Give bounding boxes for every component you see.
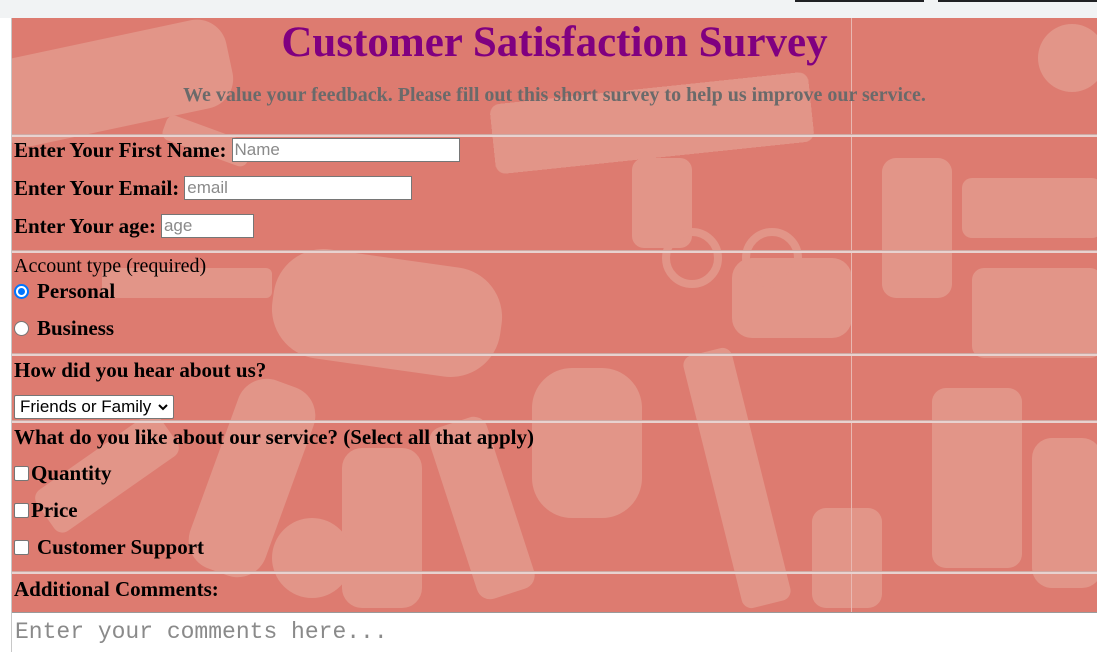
account-option-personal[interactable]: Personal [14,277,115,305]
like-option-price[interactable]: Price [14,496,78,524]
customer-support-checkbox[interactable] [14,539,29,555]
page-gutter [0,18,12,652]
price-checkbox-label: Price [31,497,78,522]
comments-row: Additional Comments: [14,574,219,604]
section-divider [12,250,1097,253]
browser-tab-indicator[interactable] [938,0,1097,2]
referral-select[interactable]: Friends or Family [14,395,175,419]
comments-placeholder: Enter your comments here... [15,619,388,645]
email-label: Enter Your Email: [14,175,180,200]
account-type-legend: Account type (required) [14,255,207,277]
email-input[interactable] [184,176,413,200]
personal-radio[interactable] [14,283,29,299]
comments-textarea[interactable]: Enter your comments here... [12,612,1097,652]
quantity-checkbox[interactable] [14,465,29,481]
browser-tab-strip [0,0,1097,18]
price-checkbox[interactable] [14,502,29,518]
referral-select-value: Friends or Family [20,397,152,416]
comments-label: Additional Comments: [14,576,219,601]
account-option-business[interactable]: Business [14,314,114,342]
first-name-input[interactable] [231,138,460,162]
survey-page: Customer Satisfaction Survey We value yo… [12,18,1097,652]
page-subtitle: We value your feedback. Please fill out … [183,84,926,106]
email-row: Enter Your Email: [14,173,413,203]
chevron-down-icon [158,404,169,411]
quantity-checkbox-label: Quantity [31,460,112,485]
like-option-customer-support[interactable]: Customer Support [14,533,204,561]
age-label: Enter Your age: [14,213,156,238]
age-input[interactable] [160,214,254,238]
page-title: Customer Satisfaction Survey [281,19,828,66]
first-name-row: Enter Your First Name: [14,135,460,165]
likes-question: What do you like about our service? (Sel… [14,422,534,452]
browser-tab-indicator[interactable] [795,0,924,2]
business-radio[interactable] [14,320,29,336]
likes-question-label: What do you like about our service? (Sel… [14,424,534,449]
business-radio-label: Business [37,315,115,340]
personal-radio-label: Personal [37,278,116,303]
age-row: Enter Your age: [14,211,254,241]
referral-question-label: How did you hear about us? [14,357,267,382]
first-name-label: Enter Your First Name: [14,137,227,162]
like-option-quantity[interactable]: Quantity [14,459,112,487]
customer-support-checkbox-label: Customer Support [37,534,205,559]
referral-question: How did you hear about us? [14,355,266,385]
